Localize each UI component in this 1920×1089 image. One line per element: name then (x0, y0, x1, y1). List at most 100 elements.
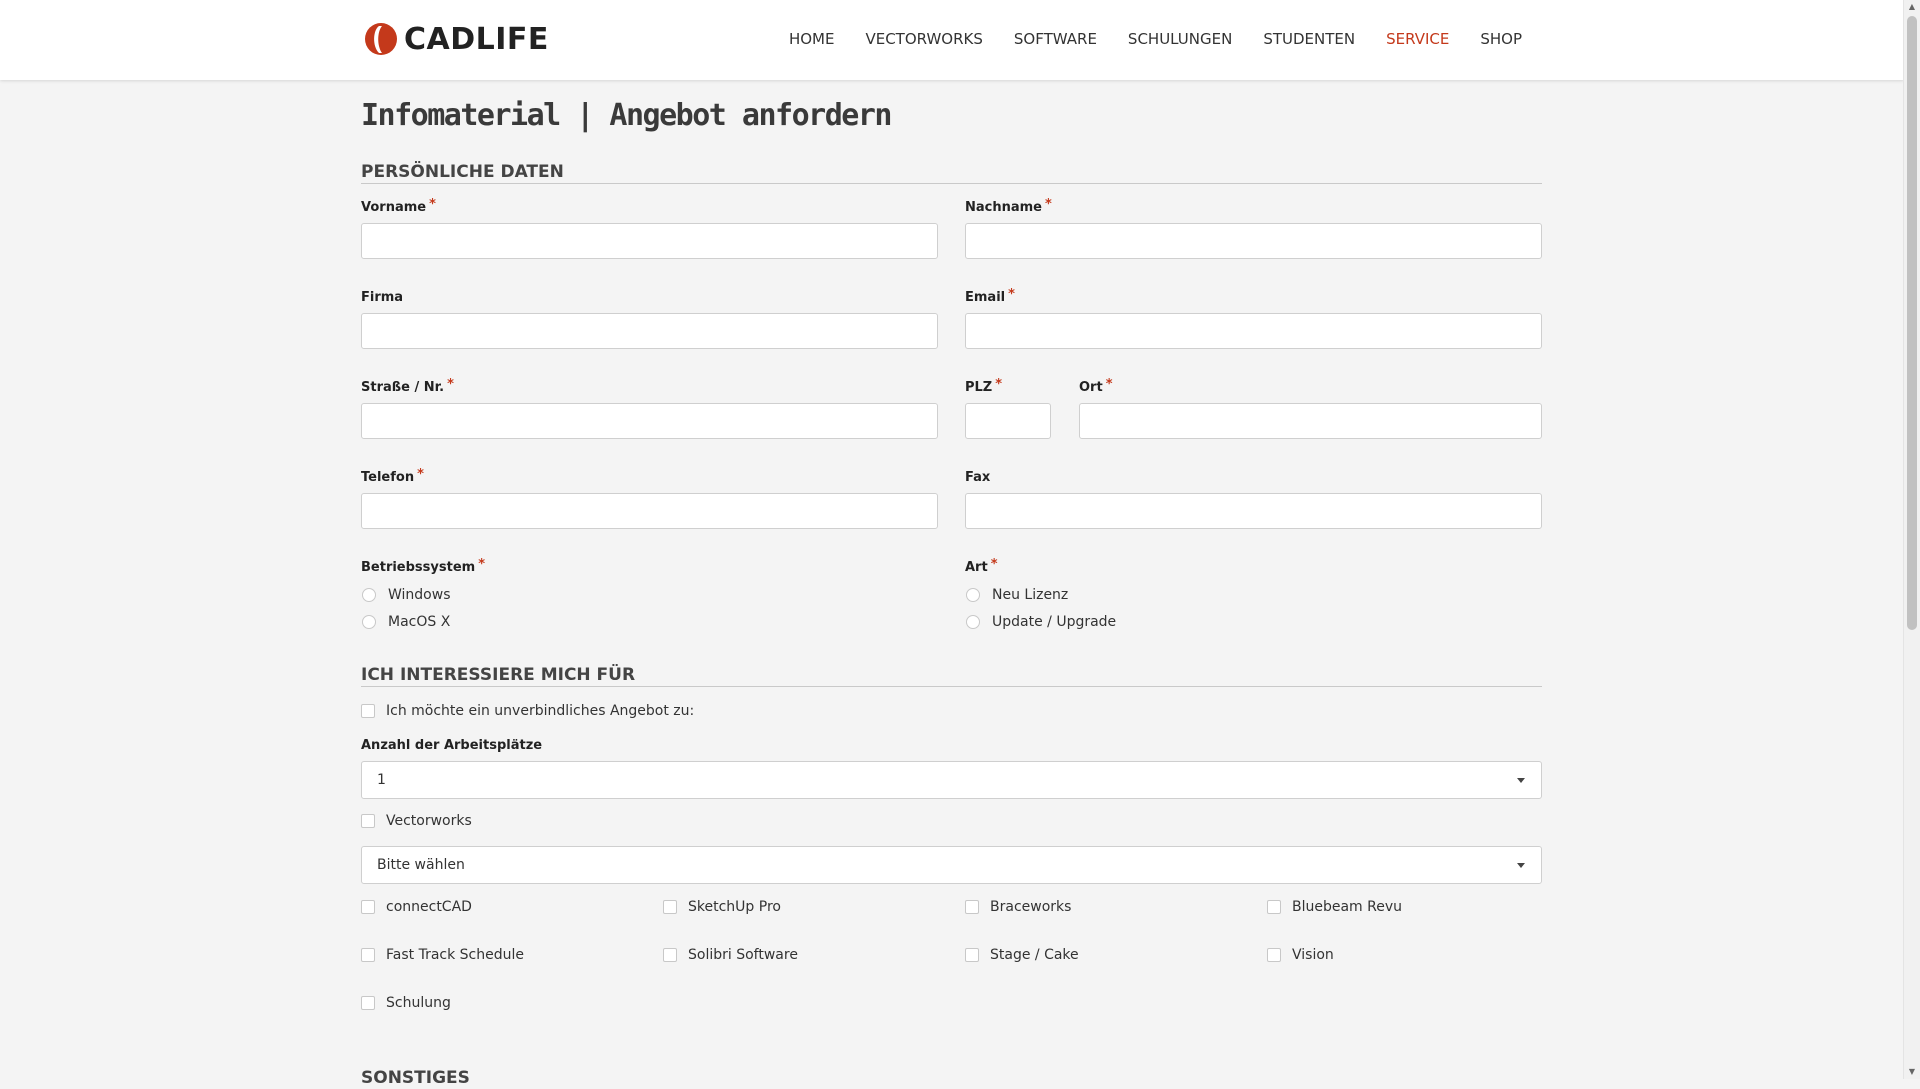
nav-software[interactable]: SOFTWARE (1014, 30, 1097, 48)
required-mark: * (1045, 197, 1052, 212)
vorname-input[interactable] (361, 223, 938, 259)
plz-label: PLZ * (965, 377, 1002, 395)
product-label: Vision (1292, 947, 1334, 963)
art-option-neu-lizenz[interactable]: Neu Lizenz (965, 587, 1068, 603)
nav-home[interactable]: HOME (789, 30, 835, 48)
ort-label-text: Ort (1079, 380, 1103, 395)
radio-button[interactable] (966, 615, 980, 629)
scroll-up-arrow-icon[interactable]: ▲ (1904, 0, 1920, 14)
product-sketchup-pro[interactable]: SketchUp Pro (663, 899, 781, 915)
firma-input[interactable] (361, 313, 938, 349)
plz-input[interactable] (965, 403, 1051, 439)
email-input[interactable] (965, 313, 1542, 349)
product-checkbox[interactable] (361, 948, 375, 962)
os-option-windows[interactable]: Windows (361, 587, 451, 603)
nav-service[interactable]: SERVICE (1386, 30, 1449, 48)
ort-input[interactable] (1079, 403, 1542, 439)
offer-checkbox[interactable] (361, 704, 375, 718)
workplaces-label: Anzahl der Arbeitsplätze (361, 738, 543, 753)
product-label: Bluebeam Revu (1292, 899, 1403, 915)
schulung-checkbox-row[interactable]: Schulung (361, 995, 451, 1011)
art-label-text: Art (965, 560, 988, 575)
email-label-text: Email (965, 290, 1006, 305)
product-checkbox[interactable] (663, 900, 677, 914)
betriebssystem-label-text: Betriebssystem (361, 560, 476, 575)
art-option-update[interactable]: Update / Upgrade (965, 614, 1116, 630)
art-option-label: Update / Upgrade (992, 614, 1117, 630)
plz-label-text: PLZ (965, 380, 993, 395)
required-mark: * (478, 557, 486, 572)
nav-vectorworks[interactable]: VECTORWORKS (865, 30, 982, 48)
section-title-interest: ICH INTERESSIERE MICH FÜR (361, 665, 1542, 687)
vectorworks-checkbox-label: Vectorworks (386, 813, 472, 829)
vorname-label: Vorname * (361, 197, 436, 215)
product-solibri-software[interactable]: Solibri Software (663, 947, 798, 963)
telefon-label: Telefon * (361, 467, 424, 485)
required-mark: * (1105, 377, 1113, 392)
product-label: connectCAD (386, 899, 472, 915)
product-label: SketchUp Pro (688, 899, 781, 915)
required-mark: * (429, 197, 436, 212)
os-option-label: MacOS X (388, 614, 451, 630)
vorname-label-text: Vorname (361, 200, 427, 215)
nav-studenten[interactable]: STUDENTEN (1263, 30, 1355, 48)
scroll-thumb[interactable] (1907, 16, 1917, 630)
radio-button[interactable] (362, 588, 376, 602)
required-mark: * (1008, 287, 1015, 302)
nachname-label-text: Nachname (965, 200, 1043, 215)
vectorworks-select[interactable]: Bitte wählen (361, 846, 1542, 884)
nav-schulungen[interactable]: SCHULUNGEN (1128, 30, 1232, 48)
telefon-input[interactable] (361, 493, 938, 529)
product-checkbox[interactable] (663, 948, 677, 962)
page-scrollbar[interactable]: ▲ ▼ (1903, 0, 1920, 1079)
product-checkbox[interactable] (1267, 948, 1281, 962)
os-option-label: Windows (388, 587, 451, 603)
vectorworks-checkbox-row[interactable]: Vectorworks (361, 813, 472, 829)
product-stage-cake[interactable]: Stage / Cake (965, 947, 1079, 963)
workplaces-select[interactable]: 1 (361, 761, 1542, 799)
nachname-input[interactable] (965, 223, 1542, 259)
product-label: Braceworks (990, 899, 1072, 915)
section-title-personal: PERSÖNLICHE DATEN (361, 162, 1542, 184)
product-checkbox[interactable] (1267, 900, 1281, 914)
fax-label: Fax (965, 470, 991, 485)
scroll-down-arrow-icon[interactable]: ▼ (1904, 1065, 1920, 1079)
product-checkbox[interactable] (965, 948, 979, 962)
ort-label: Ort * (1079, 377, 1113, 395)
strasse-input[interactable] (361, 403, 938, 439)
radio-button[interactable] (966, 588, 980, 602)
product-label: Solibri Software (688, 947, 798, 963)
product-braceworks[interactable]: Braceworks (965, 899, 1071, 915)
fax-input[interactable] (965, 493, 1542, 529)
workplaces-select-value: 1 (377, 772, 386, 788)
cadlife-logo-icon (365, 23, 397, 55)
product-vision[interactable]: Vision (1267, 947, 1334, 963)
nav-shop[interactable]: SHOP (1480, 30, 1522, 48)
nachname-label: Nachname * (965, 197, 1052, 215)
schulung-checkbox[interactable] (361, 996, 375, 1010)
product-fast-track-schedule[interactable]: Fast Track Schedule (361, 947, 524, 963)
strasse-label-text: Straße / Nr. (361, 380, 445, 395)
offer-checkbox-label: Ich möchte ein unverbindliches Angebot z… (386, 703, 695, 719)
art-option-label: Neu Lizenz (992, 587, 1069, 603)
vectorworks-checkbox[interactable] (361, 814, 375, 828)
schulung-checkbox-label: Schulung (386, 995, 451, 1011)
email-label: Email * (965, 287, 1015, 305)
offer-checkbox-row[interactable]: Ich möchte ein unverbindliches Angebot z… (361, 703, 694, 719)
product-bluebeam-revu[interactable]: Bluebeam Revu (1267, 899, 1402, 915)
art-label: Art * (965, 557, 998, 575)
betriebssystem-label: Betriebssystem * (361, 557, 486, 575)
product-connectcad[interactable]: connectCAD (361, 899, 472, 915)
product-checkbox[interactable] (361, 900, 375, 914)
product-checkbox[interactable] (965, 900, 979, 914)
caret-down-icon (1517, 778, 1525, 783)
vectorworks-select-value: Bitte wählen (377, 857, 465, 873)
site-header: CADLIFE HOME VECTORWORKS SOFTWARE SCHULU… (0, 0, 1904, 80)
radio-button[interactable] (362, 615, 376, 629)
os-option-macos[interactable]: MacOS X (361, 614, 450, 630)
required-mark: * (417, 467, 424, 482)
brand-logo[interactable]: CADLIFE (364, 20, 549, 58)
brand-name: CADLIFE (404, 21, 549, 57)
required-mark: * (447, 377, 454, 392)
product-label: Stage / Cake (990, 947, 1079, 963)
